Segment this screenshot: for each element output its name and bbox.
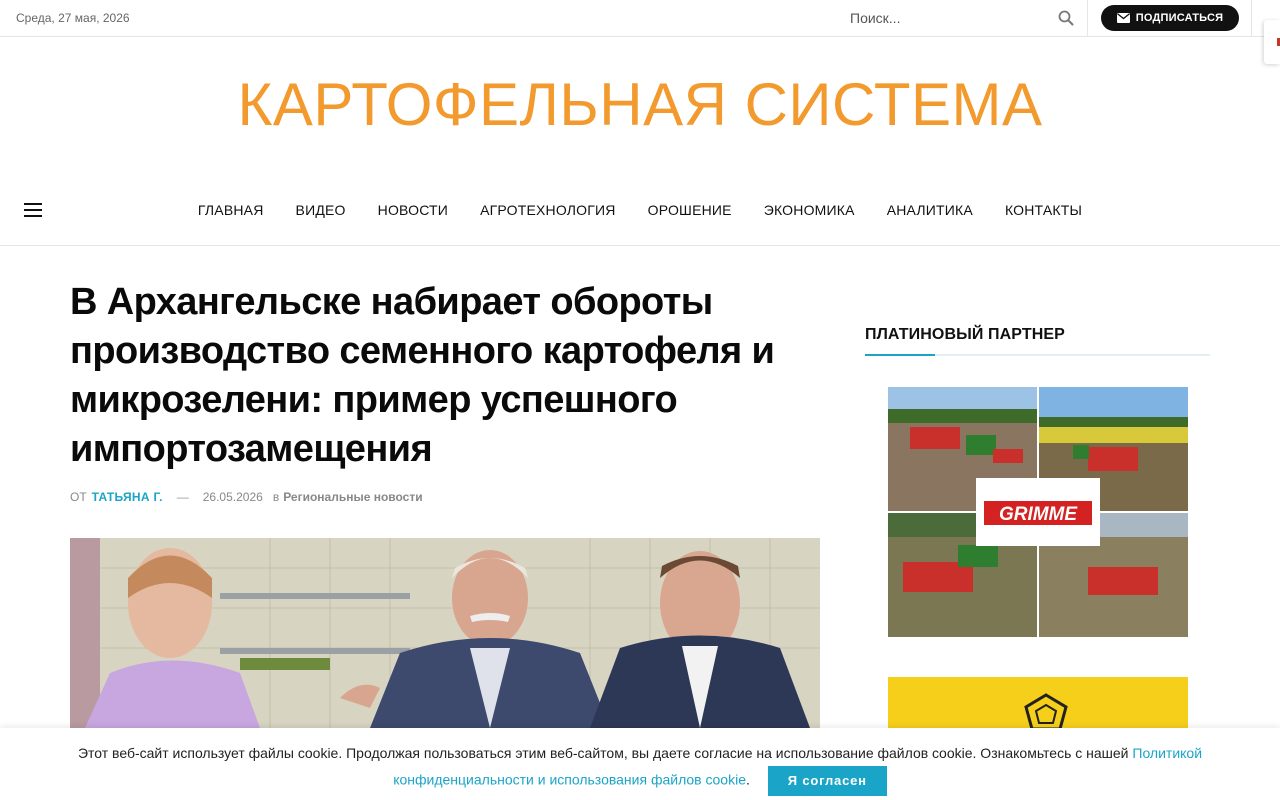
partner-banner-grimme[interactable]: GRIMME (888, 387, 1188, 637)
grimme-ad-graphic: GRIMME (888, 387, 1188, 637)
nav-item-home[interactable]: ГЛАВНАЯ (198, 202, 264, 218)
subscribe-label: ПОДПИСАТЬСЯ (1135, 12, 1224, 24)
article-featured-image (70, 538, 820, 728)
category-link[interactable]: Региональные новости (283, 490, 422, 504)
article-meta: ОТ ТАТЬЯНА Г. — 26.05.2026 в Региональны… (70, 490, 423, 504)
nav-item-news[interactable]: НОВОСТИ (378, 202, 448, 218)
nav-item-agrotech[interactable]: АГРОТЕХНОЛОГИЯ (480, 202, 616, 218)
cookie-consent-bar: Этот веб-сайт использует файлы cookie. П… (0, 728, 1280, 800)
current-date: Среда, 27 мая, 2026 (16, 11, 130, 25)
search-icon[interactable] (1058, 10, 1074, 26)
widget-title-underline (865, 354, 1210, 356)
by-prefix: ОТ (70, 490, 87, 504)
nav-item-video[interactable]: ВИДЕО (296, 202, 346, 218)
search-input[interactable] (850, 8, 1050, 28)
mail-icon (1116, 13, 1130, 23)
topbar-divider (1251, 0, 1252, 36)
nav-item-economics[interactable]: ЭКОНОМИКА (764, 202, 855, 218)
partner-widget-title: ПЛАТИНОВЫЙ ПАРТНЕР (865, 326, 1065, 343)
author-link[interactable]: ТАТЬЯНА Г. (92, 490, 163, 504)
nav-item-irrigation[interactable]: ОРОШЕНИЕ (648, 202, 732, 218)
side-panel-tab[interactable] (1264, 20, 1280, 64)
nav-menu: ГЛАВНАЯ ВИДЕО НОВОСТИ АГРОТЕХНОЛОГИЯ ОРО… (0, 202, 1280, 218)
cookie-text-container: Этот веб-сайт использует файлы cookie. П… (30, 740, 1250, 796)
cookie-period: . (745, 771, 750, 788)
in-prefix: в (272, 490, 280, 504)
nav-item-contacts[interactable]: КОНТАКТЫ (1005, 202, 1082, 218)
featured-photo-graphic (70, 538, 820, 728)
search-box (838, 0, 1088, 36)
meta-dash: — (176, 490, 189, 504)
main-navigation: ГЛАВНАЯ ВИДЕО НОВОСТИ АГРОТЕХНОЛОГИЯ ОРО… (0, 176, 1280, 246)
article-date: 26.05.2026 (202, 490, 263, 504)
subscribe-button[interactable]: ПОДПИСАТЬСЯ (1101, 5, 1239, 31)
site-logo[interactable]: КАРТОФЕЛЬНАЯ СИСТЕМА (0, 70, 1280, 139)
nav-item-analytics[interactable]: АНАЛИТИКА (887, 202, 973, 218)
top-bar: Среда, 27 мая, 2026 ПОДПИСАТЬСЯ (0, 0, 1280, 37)
grimme-logo-text: GRIMME (999, 504, 1078, 525)
cookie-message: Этот веб-сайт использует файлы cookie. П… (77, 745, 1129, 761)
cookie-agree-button[interactable]: Я согласен (767, 766, 887, 796)
article-title: В Архангельске набирает обороты производ… (70, 281, 775, 470)
